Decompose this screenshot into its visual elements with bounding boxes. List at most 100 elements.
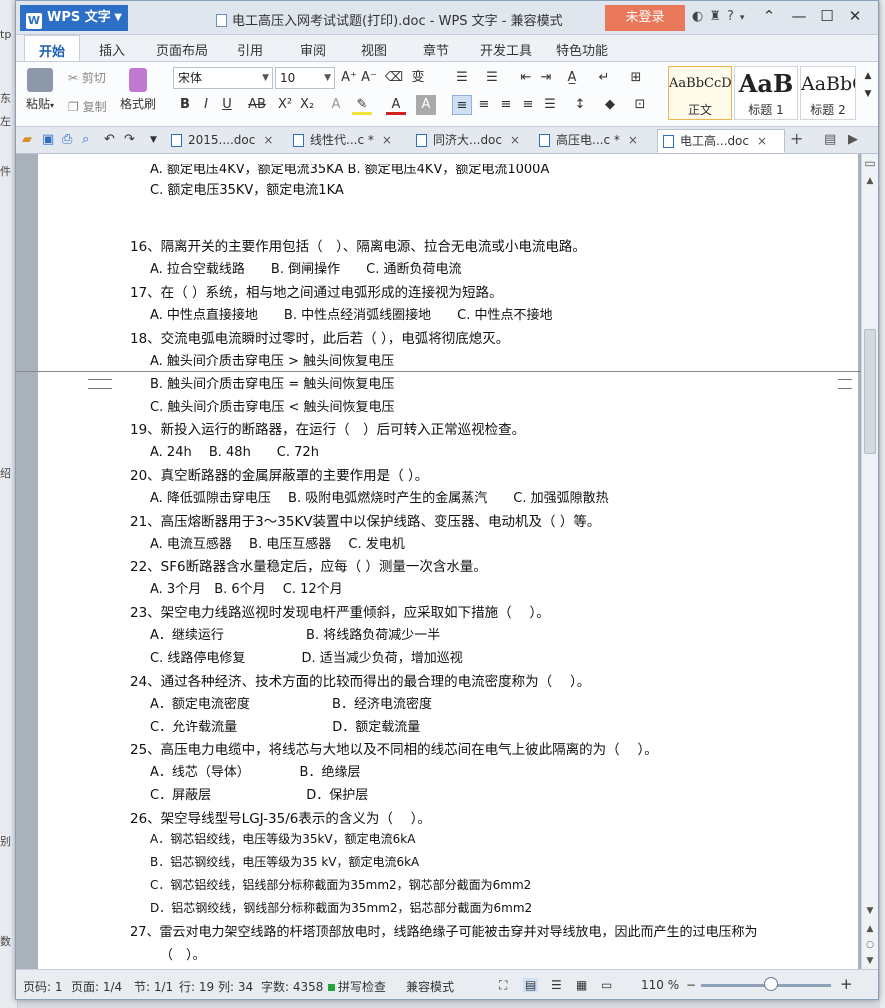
tab-list-icon[interactable]: ▤ <box>824 132 836 147</box>
style-heading-1[interactable]: AaB 标题 1 <box>734 66 798 120</box>
outline-view-icon[interactable]: ☰ <box>551 978 562 992</box>
shirt-icon[interactable]: ♜ <box>709 9 727 24</box>
scroll-down-icon[interactable]: ▼ <box>862 906 878 916</box>
bold-icon[interactable]: B <box>175 95 195 115</box>
tab-menu-icon[interactable]: ▶ <box>848 132 858 147</box>
strikethrough-icon[interactable]: AB <box>244 95 270 115</box>
tab-home[interactable]: 开始 <box>24 35 81 62</box>
align-center-icon[interactable]: ≡ <box>474 95 494 115</box>
chinese-layout-icon[interactable]: A̲ <box>562 68 582 88</box>
tab-page-layout[interactable]: 页面布局 <box>156 40 208 59</box>
highlight-icon[interactable]: ✎ <box>352 95 372 115</box>
clear-format-icon[interactable]: ⌫ <box>384 68 404 88</box>
close-icon[interactable]: × <box>263 133 273 147</box>
line-spacing-icon[interactable]: ↕ <box>570 95 590 115</box>
reading-view-icon[interactable]: ▭ <box>601 978 612 992</box>
cut-button[interactable]: ✂ 剪切 <box>68 69 106 86</box>
tab-special-features[interactable]: 特色功能 <box>556 40 608 59</box>
close-button[interactable]: ✕ <box>844 7 866 25</box>
fullscreen-view-icon[interactable]: ⛶ <box>499 978 507 993</box>
style-normal[interactable]: AaBbCcD 正文 <box>668 66 732 120</box>
shading-icon[interactable]: ◆ <box>600 95 620 115</box>
open-folder-icon[interactable]: ▰ <box>22 132 32 147</box>
maximize-button[interactable]: ☐ <box>816 7 838 25</box>
superscript-icon[interactable]: X² <box>275 95 295 115</box>
undo-icon[interactable]: ↶ <box>104 132 115 147</box>
page-view-icon[interactable]: ▤ <box>523 978 539 992</box>
scroll-up-icon[interactable]: ▲ <box>862 176 878 186</box>
skin-icon[interactable]: ◐ <box>692 9 709 24</box>
split-icon[interactable]: ▭ <box>862 156 878 170</box>
doc-tab-3[interactable]: 同济大...doc × <box>411 129 520 153</box>
close-icon[interactable]: × <box>757 134 767 148</box>
tab-review[interactable]: 审阅 <box>300 40 326 59</box>
phonetic-icon[interactable]: 变 <box>408 68 428 88</box>
paste-button[interactable]: 粘贴▾ <box>22 68 58 112</box>
text-effect-icon[interactable]: A <box>326 95 346 115</box>
save-icon[interactable]: ▣ <box>42 132 54 147</box>
distribute-icon[interactable]: ☰ <box>540 95 560 115</box>
font-family-select[interactable]: 宋体 ▼ <box>173 67 273 89</box>
numbering-icon[interactable]: ☰ <box>482 68 502 88</box>
copy-button[interactable]: ❐ 复制 <box>68 98 107 115</box>
new-tab-icon[interactable]: + <box>790 129 803 148</box>
minimize-button[interactable]: — <box>788 7 810 25</box>
zoom-in-icon[interactable]: + <box>840 975 853 993</box>
style-heading-2[interactable]: AaBbC 标题 2 <box>800 66 856 120</box>
justify-icon[interactable]: ≡ <box>518 95 538 115</box>
tab-references[interactable]: 引用 <box>237 40 263 59</box>
tab-chapter[interactable]: 章节 <box>423 40 449 59</box>
help-icon[interactable]: ? <box>727 9 740 24</box>
login-button[interactable]: 未登录 <box>605 5 685 31</box>
chevron-down-icon[interactable]: ▼ <box>150 135 157 145</box>
redo-icon[interactable]: ↷ <box>124 132 135 147</box>
wps-app-menu-button[interactable]: W WPS 文字 ▼ <box>20 5 128 31</box>
print-preview-icon[interactable]: ⌕ <box>82 132 89 147</box>
zoom-out-icon[interactable]: − <box>686 978 696 992</box>
grow-font-icon[interactable]: A⁺ <box>339 68 359 88</box>
align-right-icon[interactable]: ≡ <box>496 95 516 115</box>
bullets-icon[interactable]: ☰ <box>452 68 472 88</box>
show-marks-icon[interactable]: ↵ <box>594 68 614 88</box>
vertical-scrollbar[interactable]: ▭ ▲ ▼ ▲ ○ ▼ <box>861 154 878 969</box>
shrink-font-icon[interactable]: A⁻ <box>359 68 379 88</box>
increase-indent-icon[interactable]: ⇥ <box>536 68 556 88</box>
table-icon[interactable]: ⊞ <box>626 68 646 88</box>
doc-tab-1[interactable]: 2015....doc × <box>166 129 273 153</box>
print-icon[interactable]: ⎙ <box>62 132 72 147</box>
close-icon[interactable]: × <box>628 133 638 147</box>
collapse-ribbon-button[interactable]: ⌃ <box>758 7 780 25</box>
char-shading-icon[interactable]: A <box>416 95 436 115</box>
zoom-level[interactable]: 110 % <box>641 978 679 992</box>
decrease-indent-icon[interactable]: ⇤ <box>516 68 536 88</box>
web-view-icon[interactable]: ▦ <box>576 978 587 992</box>
close-icon[interactable]: × <box>382 133 392 147</box>
tab-developer[interactable]: 开发工具 <box>480 40 532 59</box>
tab-insert[interactable]: 插入 <box>99 40 125 59</box>
close-icon[interactable]: × <box>510 133 520 147</box>
italic-icon[interactable]: I <box>196 95 216 115</box>
document-page[interactable]: A. 额定电压4KV，额定电流35KA B. 额定电压4KV，额定电流1000A… <box>38 154 858 969</box>
chevron-down-icon[interactable]: ▾ <box>740 13 751 23</box>
status-word-count[interactable]: 字数: 4358 <box>261 978 323 995</box>
spell-check-toggle[interactable]: 拼写检查 <box>328 978 386 995</box>
align-left-icon[interactable]: ≡ <box>452 95 472 115</box>
scrollbar-thumb[interactable] <box>864 329 876 454</box>
doc-tab-2[interactable]: 线性代...c * × <box>288 129 392 153</box>
underline-icon[interactable]: U <box>217 95 237 115</box>
font-color-icon[interactable]: A <box>386 95 406 115</box>
document-canvas[interactable]: A. 额定电压4KV，额定电流35KA B. 额定电压4KV，额定电流1000A… <box>16 154 861 969</box>
tab-view[interactable]: 视图 <box>361 40 387 59</box>
font-size-select[interactable]: 10 ▼ <box>275 67 335 89</box>
subscript-icon[interactable]: X₂ <box>297 95 317 115</box>
format-painter-button[interactable]: 格式刷 <box>119 68 157 112</box>
style-scroll-up-icon[interactable]: ▲ <box>858 66 878 86</box>
doc-tab-5-active[interactable]: 电工高...doc × <box>657 129 785 153</box>
prev-page-icon[interactable]: ▲ <box>862 924 878 934</box>
style-scroll-down-icon[interactable]: ▼ <box>858 84 878 104</box>
doc-tab-4[interactable]: 高压电...c * × <box>534 129 638 153</box>
borders-icon[interactable]: ⊡ <box>630 95 650 115</box>
next-page-icon[interactable]: ▼ <box>862 956 878 966</box>
zoom-slider-handle[interactable] <box>764 977 778 991</box>
browse-object-icon[interactable]: ○ <box>862 940 878 950</box>
